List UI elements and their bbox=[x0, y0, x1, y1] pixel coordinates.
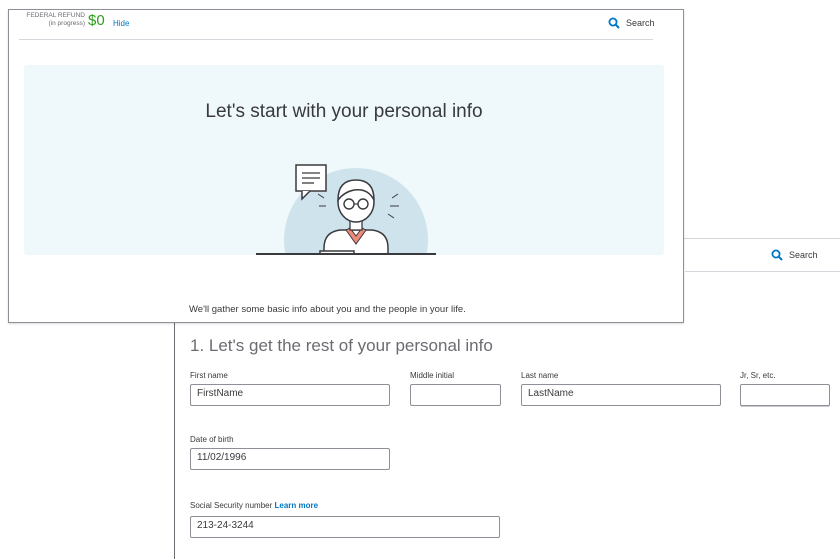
first-name-label: First name bbox=[190, 371, 228, 380]
hide-refund-link[interactable]: Hide bbox=[113, 19, 129, 28]
dob-label: Date of birth bbox=[190, 435, 234, 444]
personal-info-intro-window: FEDERAL REFUND (in progress) $0 Hide Sea… bbox=[8, 9, 684, 323]
last-name-label: Last name bbox=[521, 371, 559, 380]
last-name-input[interactable]: LastName bbox=[521, 384, 721, 406]
ssn-learn-more-link[interactable]: Learn more bbox=[275, 501, 319, 510]
front-search-label: Search bbox=[626, 18, 655, 28]
middle-initial-input[interactable] bbox=[410, 384, 501, 406]
suffix-input[interactable] bbox=[740, 384, 830, 406]
intro-subtext: We'll gather some basic info about you a… bbox=[189, 304, 466, 315]
federal-refund-amount: $0 bbox=[88, 12, 105, 29]
hero-title: Let's start with your personal info bbox=[205, 101, 483, 122]
ssn-label-row: Social Security number Learn more bbox=[190, 501, 318, 510]
middle-initial-label: Middle initial bbox=[410, 371, 455, 380]
federal-refund-label: FEDERAL REFUND (in progress) bbox=[15, 12, 85, 28]
person-illustration bbox=[284, 164, 428, 255]
illustration-baseline bbox=[256, 253, 436, 255]
search-icon bbox=[771, 249, 783, 261]
federal-refund-status: (in progress) bbox=[48, 20, 85, 27]
dob-input[interactable]: 11/02/1996 bbox=[190, 448, 390, 470]
federal-refund-title: FEDERAL REFUND bbox=[26, 12, 85, 19]
ssn-label: Social Security number bbox=[190, 501, 273, 510]
back-search-button[interactable]: Search bbox=[771, 249, 818, 261]
first-name-input[interactable]: FirstName bbox=[190, 384, 390, 406]
ssn-input[interactable]: 213-24-3244 bbox=[190, 516, 500, 538]
section-title: 1. Let's get the rest of your personal i… bbox=[190, 336, 493, 355]
front-search-button[interactable]: Search bbox=[608, 17, 655, 29]
search-icon bbox=[608, 17, 620, 29]
back-search-label: Search bbox=[789, 250, 818, 260]
suffix-label: Jr, Sr, etc. bbox=[740, 371, 776, 380]
hero-banner: Let's start with your personal info bbox=[24, 65, 664, 255]
